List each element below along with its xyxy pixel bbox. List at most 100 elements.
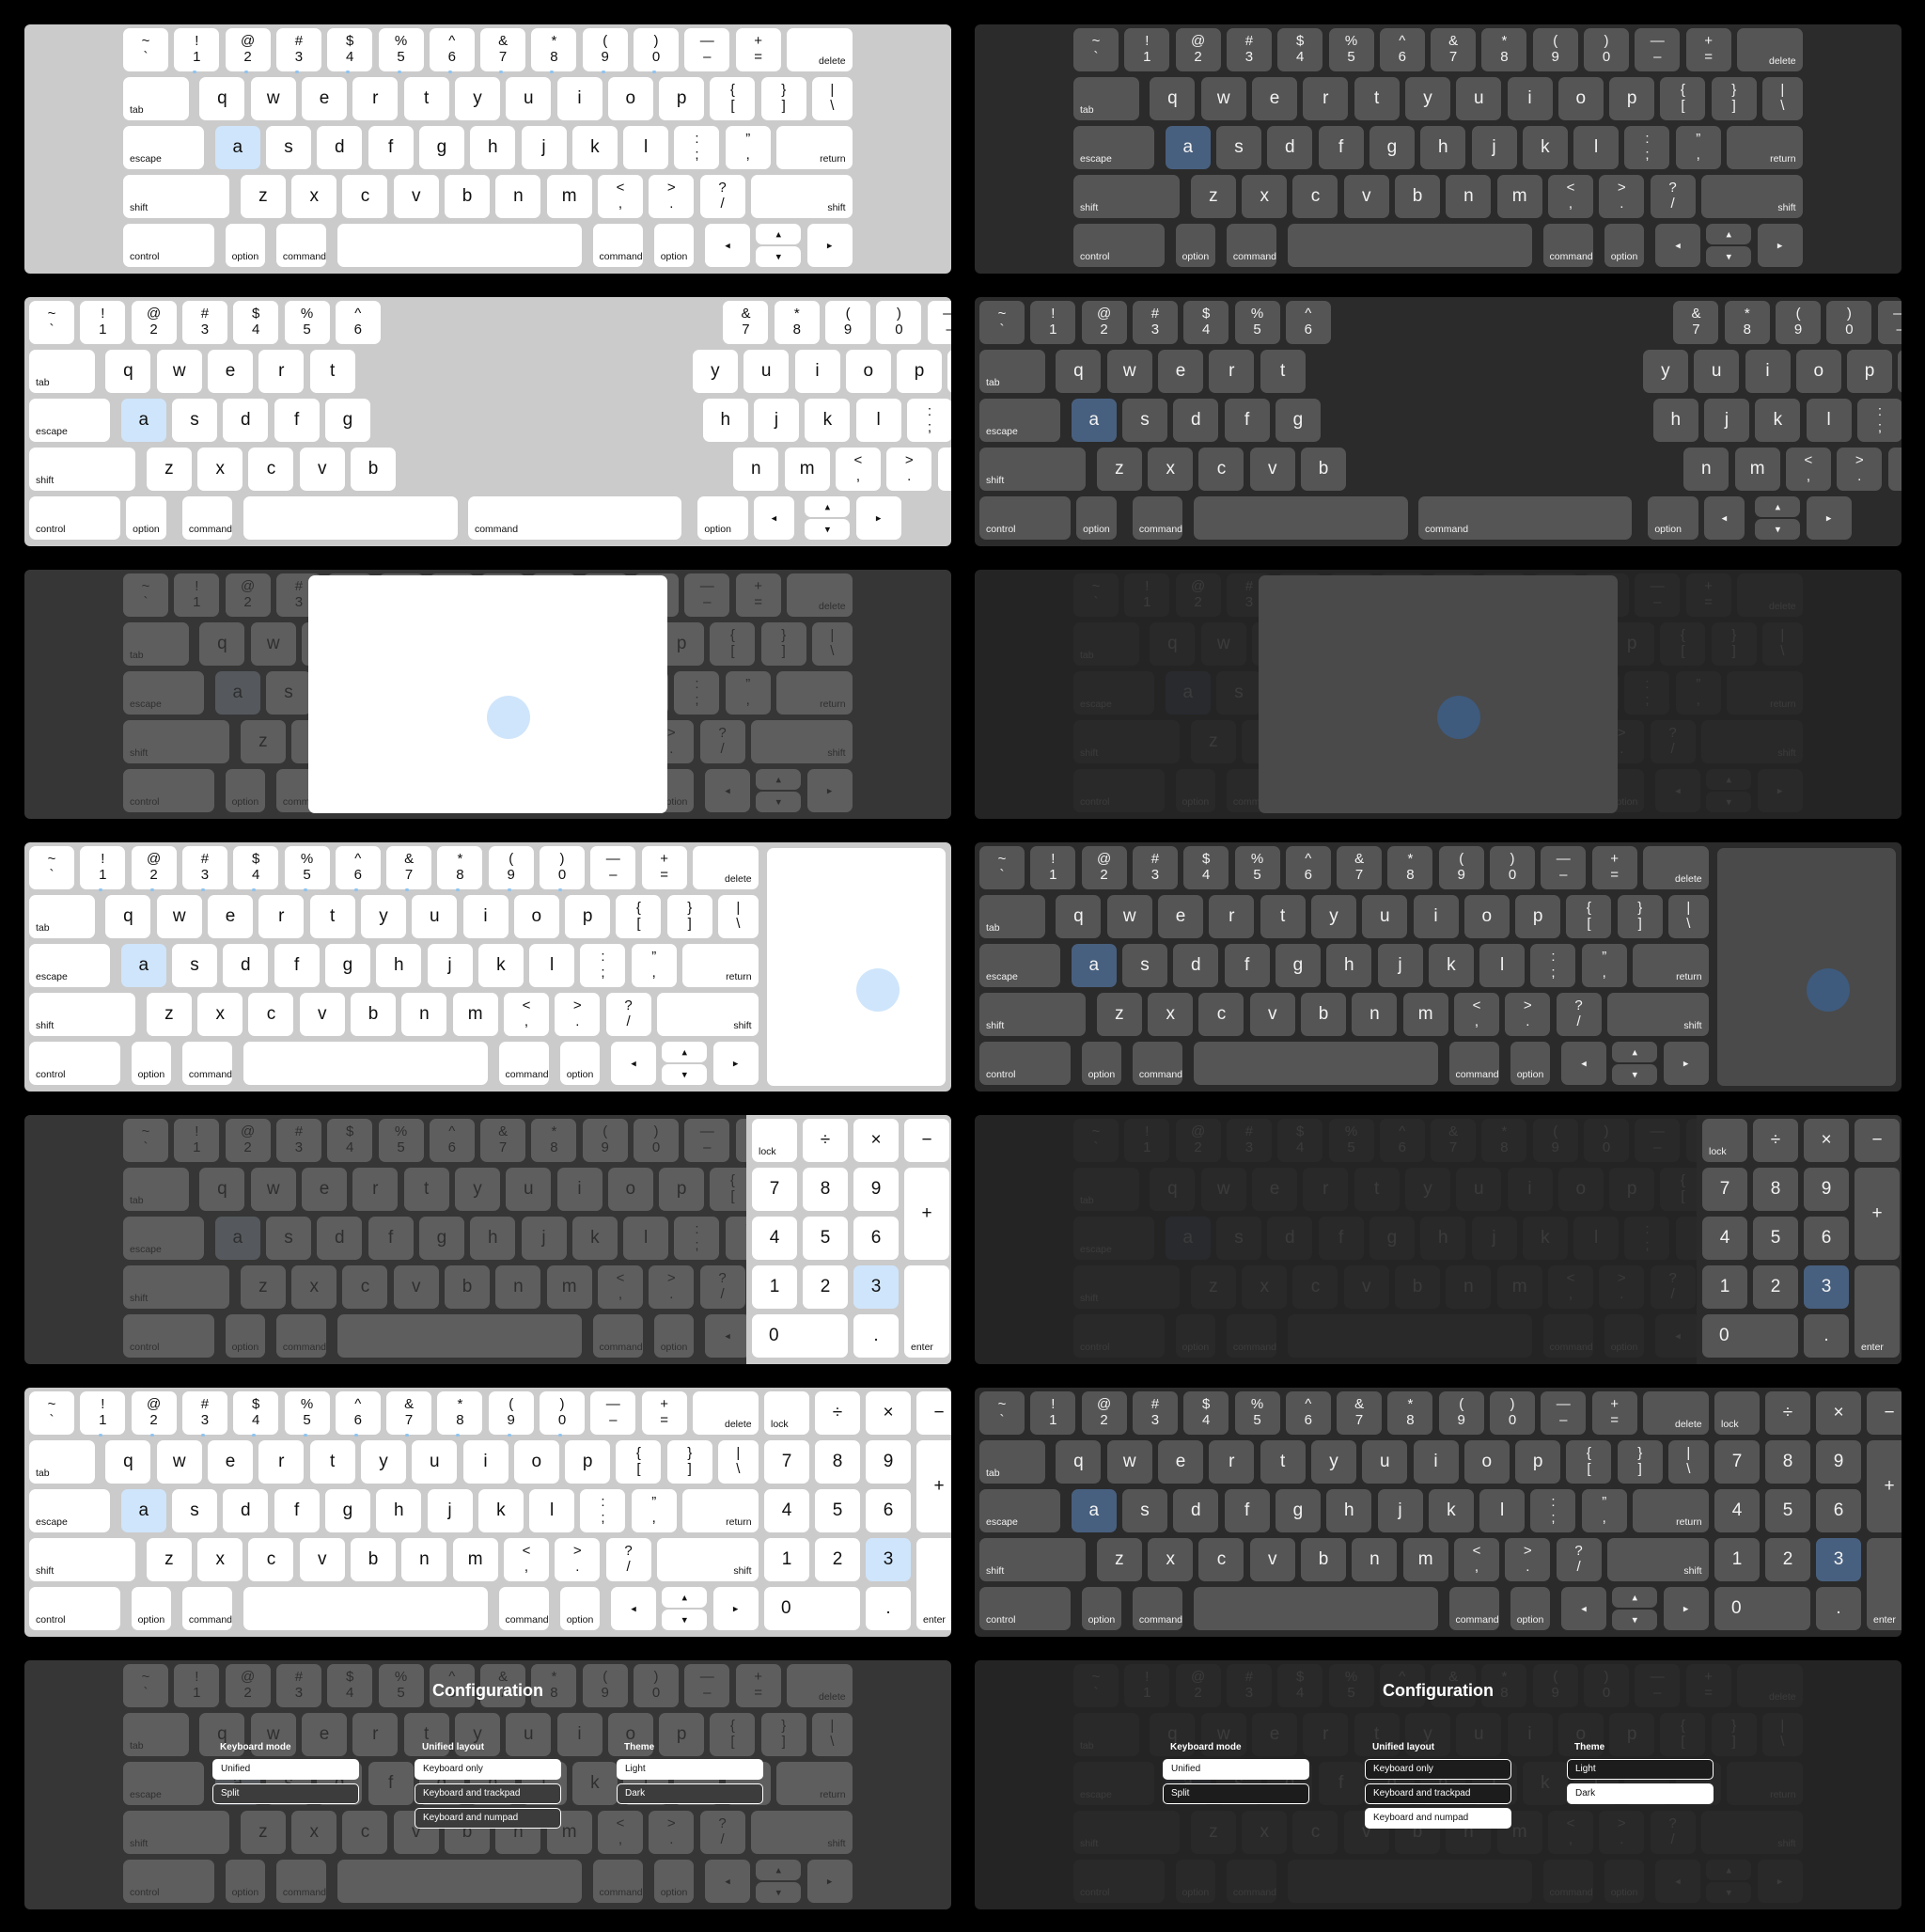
key-4[interactable]: $4 [1183,846,1229,889]
key-space[interactable] [1194,1587,1438,1630]
key-2[interactable]: @2 [1175,1119,1221,1162]
key-r[interactable]: r [1303,77,1349,120]
key-u[interactable]: u [506,1713,552,1756]
key-o[interactable]: o [845,350,891,393]
key-space[interactable] [1194,1042,1438,1085]
key-slash[interactable]: ?/ [1556,1538,1602,1581]
numpad-key-enter[interactable]: enter [1855,1265,1900,1358]
config-option-keyboard-and-trackpad[interactable]: Keyboard and trackpad [415,1783,561,1804]
key-n[interactable]: n [401,1538,447,1581]
key-5[interactable]: %5 [1234,846,1280,889]
numpad-key-dot[interactable]: . [1804,1314,1849,1358]
key-u[interactable]: u [1456,77,1502,120]
key-shift[interactable]: shift [979,1538,1087,1581]
key-j[interactable]: j [1377,944,1423,987]
key-u[interactable]: u [1694,350,1740,393]
key-0[interactable]: )0 [876,301,922,344]
key-w[interactable]: w [250,622,296,666]
key-delete[interactable]: delete [1736,573,1803,617]
key-slash[interactable]: ?/ [1650,720,1696,763]
key-3[interactable]: #3 [1226,28,1272,71]
key-e[interactable]: e [302,1713,348,1756]
key-i[interactable]: i [556,77,603,120]
key-i[interactable]: i [1507,1168,1553,1211]
numpad-key-lock[interactable]: lock [764,1391,809,1435]
key-m[interactable]: m [784,448,830,491]
key-arrow-left[interactable]: ◂ [1655,1314,1701,1358]
key-arrow-up[interactable]: ▴ [1612,1587,1658,1608]
key-u[interactable]: u [743,350,790,393]
numpad-key-divide[interactable]: ÷ [1753,1119,1798,1162]
key-period[interactable]: >. [555,1538,601,1581]
key-backtick[interactable]: ~ ` [1073,573,1119,617]
numpad-key-six[interactable]: 6 [866,1489,911,1532]
key-x[interactable]: x [1242,1265,1288,1309]
key-shift[interactable]: shift [1606,1538,1709,1581]
key-space[interactable] [337,224,582,267]
numpad-key-three[interactable]: 3 [1804,1265,1849,1309]
key-command[interactable]: command [1226,1860,1277,1903]
key-e[interactable]: e [1158,350,1204,393]
key-w[interactable]: w [1106,350,1152,393]
key-r[interactable]: r [352,77,399,120]
key-r[interactable]: r [1209,895,1255,938]
key-minus[interactable]: —– [1635,573,1681,617]
key-k[interactable]: k [571,126,618,169]
key-q[interactable]: q [105,1440,151,1484]
key-k[interactable]: k [805,399,851,442]
numpad-key-plus[interactable]: + [1855,1168,1900,1260]
key-option[interactable]: option [225,1314,266,1358]
key-backslash[interactable]: |\ [1668,1440,1709,1484]
numpad-key-two[interactable]: 2 [1765,1538,1810,1581]
key-1[interactable]: ! 1 [1030,301,1076,344]
key-escape[interactable]: escape [1073,126,1154,169]
key-arrow-up[interactable]: ▴ [1706,224,1752,244]
key-7[interactable]: &7 [480,1119,526,1162]
key-comma[interactable]: <, [1453,993,1499,1036]
key-p[interactable]: p [1609,1713,1655,1756]
key-6[interactable]: ^6 [1285,301,1331,344]
key-escape[interactable]: escape [29,399,110,442]
key-9[interactable]: (9 [1532,1119,1578,1162]
key-k[interactable]: k [571,1762,618,1805]
key-period[interactable]: >. [555,993,601,1036]
numpad-key-zero[interactable]: 0 [752,1314,848,1358]
key-r[interactable]: r [1209,350,1255,393]
key-j[interactable]: j [1471,1217,1517,1260]
key-shift[interactable]: shift [1700,720,1803,763]
key-4[interactable]: $4 [327,28,373,73]
key-i[interactable]: i [556,1713,603,1756]
key-c[interactable]: c [342,1265,388,1309]
key-backtick[interactable]: ~ ` [1073,28,1119,71]
key-z[interactable]: z [1096,993,1142,1036]
key-shift[interactable]: shift [656,993,759,1036]
key-control[interactable]: control [29,1042,120,1085]
key-c[interactable]: c [248,448,294,491]
key-a[interactable]: a [214,126,260,169]
key-arrow-down[interactable]: ▾ [662,1064,708,1085]
config-option-unified[interactable]: Unified [212,1759,359,1780]
key-0[interactable]: )0 [634,28,679,73]
key-u[interactable]: u [1362,1440,1408,1484]
key-3[interactable]: #3 [181,301,227,344]
key-arrow-up[interactable]: ▴ [756,224,802,244]
key-z[interactable]: z [240,175,286,218]
key-e[interactable]: e [302,1168,348,1211]
key-d[interactable]: d [1267,1217,1313,1260]
key-p[interactable]: p [565,1440,611,1484]
key-arrow-left[interactable]: ◂ [611,1587,657,1630]
key-1[interactable]: ! 1 [174,573,220,617]
key-h[interactable]: h [1326,944,1372,987]
key-shift[interactable]: shift [1700,175,1803,218]
key-minus[interactable]: —– [1541,1391,1587,1435]
key-f[interactable]: f [1224,944,1270,987]
key-bracket-right[interactable]: }] [1617,895,1663,938]
key-o[interactable]: o [513,895,559,938]
key-arrow-up[interactable]: ▴ [662,1042,708,1062]
key-0[interactable]: )0 [1584,1119,1629,1162]
key-bracket-left[interactable]: {[ [710,1713,756,1756]
key-semicolon[interactable]: :; [1624,671,1670,715]
config-option-keyboard-only[interactable]: Keyboard only [1365,1759,1511,1780]
key-1[interactable]: ! 1 [1124,573,1170,617]
key-minus[interactable]: —– [684,1119,730,1162]
